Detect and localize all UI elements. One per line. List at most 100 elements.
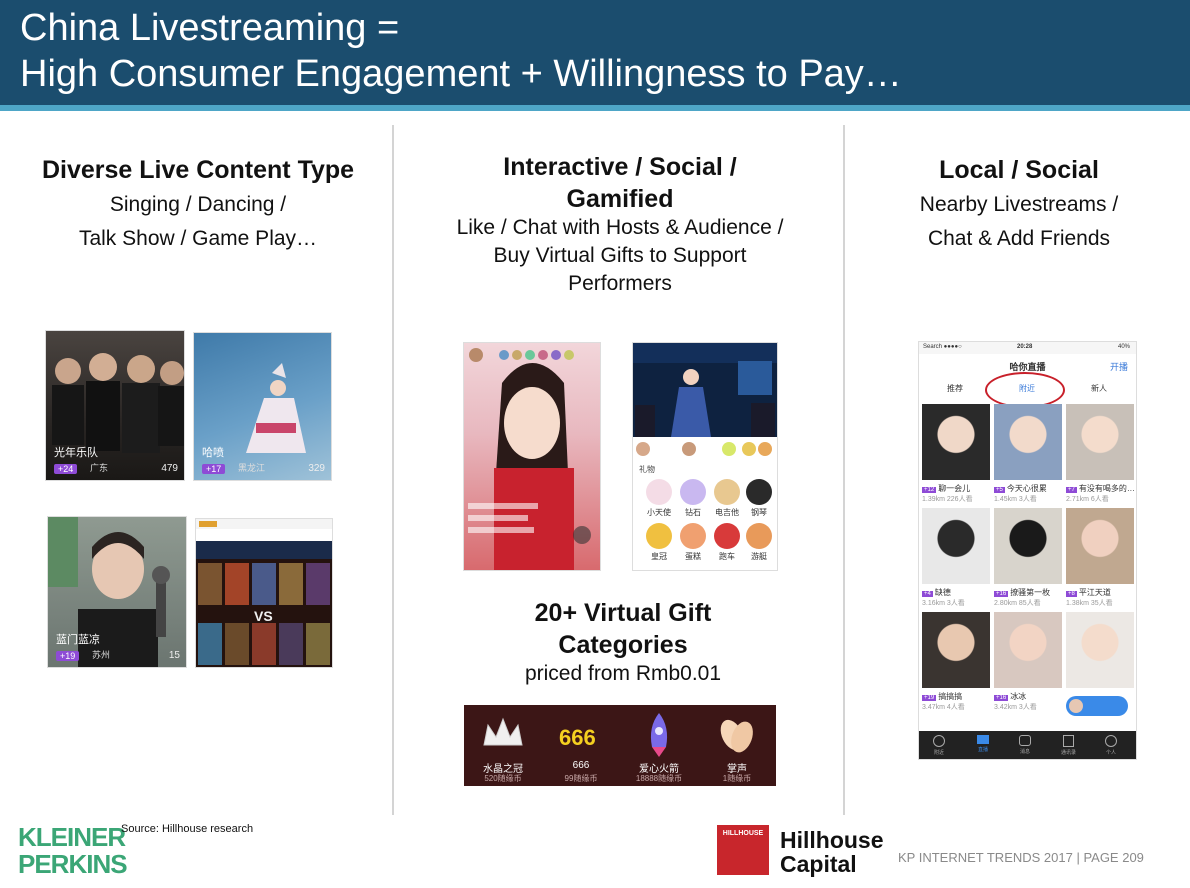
nav-profile[interactable]: 个人: [1105, 735, 1117, 756]
tab-new[interactable]: 新人: [1091, 383, 1107, 394]
gift-panel-screenshot[interactable]: 礼物 小天使 钻石 电吉他 钢琴 皇冠 蛋糕 跑车 游艇: [632, 342, 778, 571]
col1-sub1: Singing / Dancing /: [109, 193, 287, 216]
nearby-stream-card[interactable]: +16 冰冰 3.42km 3人看: [994, 612, 1062, 712]
stream-title: 哈喷: [202, 447, 224, 459]
stream-location: 黑龙江: [238, 463, 266, 473]
diamond-icon: [680, 479, 706, 505]
nav-live[interactable]: 直播: [977, 735, 989, 753]
level-badge: +5: [994, 487, 1005, 493]
dance-stream-thumbnail[interactable]: 哈喷 +17 黑龙江 329: [193, 332, 332, 481]
gift-applause[interactable]: 掌声 1随缘币: [698, 705, 776, 786]
nearby-stream-card[interactable]: +4 缺德 3.16km 3人看: [922, 508, 990, 608]
gift-heading-line1: 20+ Virtual Gift: [534, 599, 712, 627]
location-pin-icon: [933, 735, 945, 747]
stream-card-title: +5 今天心很累: [994, 483, 1047, 494]
svg-text:VS: VS: [254, 608, 273, 624]
nav-messages[interactable]: 消息: [1019, 735, 1031, 755]
stream-card-title: +7 有没有喝多的…: [1066, 483, 1135, 494]
stream-cover-image: [994, 612, 1062, 688]
stream-name: 聊一会儿: [938, 484, 971, 493]
stream-cover-image: [1066, 508, 1134, 584]
singer-stage-image: [633, 343, 777, 437]
stream-name: 缺德: [934, 588, 951, 597]
game-screen-image: VS: [196, 519, 332, 667]
address-book-icon: [1063, 735, 1074, 747]
slide-title-line1: China Livestreaming =: [20, 7, 400, 49]
viewer-count: 479: [161, 463, 178, 474]
nav-nearby[interactable]: 附近: [933, 735, 945, 756]
cake-icon: [680, 523, 706, 549]
yacht-icon: [746, 523, 772, 549]
stream-cover-image: [922, 612, 990, 688]
source-note: Source: Hillhouse research: [121, 823, 254, 835]
footer-page-info: KP INTERNET TRENDS 2017 | PAGE 209: [898, 850, 1144, 865]
level-badge: +16: [994, 695, 1009, 701]
tab-recommended[interactable]: 推荐: [947, 383, 963, 394]
nearby-stream-card[interactable]: +7 有没有喝多的… 2.71km 6人看: [1066, 404, 1135, 504]
gift-666[interactable]: 666 666 99随缘币: [542, 705, 620, 786]
slide-title-line2: High Consumer Engagement + Willingness t…: [20, 53, 902, 95]
host-livestream-image: [468, 348, 591, 570]
gift-love-rocket[interactable]: 爱心火箭 18888随缘币: [620, 705, 698, 786]
stream-name: 今天心很累: [1006, 484, 1047, 493]
level-badge: +4: [922, 591, 933, 597]
distance-viewers: 1.39km 226人看: [922, 496, 973, 503]
level-badge: +19: [56, 651, 80, 661]
stream-name: 撩骚第一枚: [1010, 588, 1051, 597]
video-camera-icon: [977, 735, 989, 744]
gift-crystal-crown[interactable]: 水晶之冠 520随缘币: [464, 705, 542, 786]
game-stream-thumbnail[interactable]: VS: [195, 518, 333, 668]
hillhouse-name-line2: Capital: [780, 851, 857, 877]
stream-title: 光年乐队: [54, 447, 98, 459]
level-badge: +7: [1066, 487, 1077, 493]
gift-price-note: priced from Rmb0.01: [524, 662, 722, 685]
clapping-hands-icon: [720, 719, 753, 753]
chat-bubble-icon: [1019, 735, 1031, 746]
col2-sub1: Like / Chat with Hosts & Audience /: [456, 216, 784, 239]
stream-cover-image: [1066, 612, 1134, 688]
go-live-button[interactable]: 开播: [1110, 360, 1128, 373]
distance-viewers: 3.47km 4人看: [922, 704, 965, 711]
gift-item[interactable]: 游艇: [737, 523, 777, 562]
talk-show-thumbnail[interactable]: 蓝门蓝凉 +19 苏州 15: [47, 516, 187, 668]
live-chat-screenshot[interactable]: [463, 342, 601, 571]
audience-row: [636, 442, 772, 456]
column-divider: [392, 125, 394, 815]
svg-text:666: 666: [559, 725, 596, 750]
nearby-stream-card[interactable]: +5 今天心很累 1.45km 3人看: [994, 404, 1062, 504]
crown-icon: [646, 523, 672, 549]
col2-sub2: Buy Virtual Gifts to Support: [493, 244, 747, 267]
col3-sub1: Nearby Livestreams /: [919, 193, 1119, 216]
666-icon: 666: [559, 725, 596, 750]
level-badge: +19: [922, 695, 937, 701]
col3-sub2: Chat & Add Friends: [927, 227, 1111, 250]
gift-item[interactable]: 钢琴: [737, 479, 777, 518]
col2-heading-line2: Gamified: [566, 185, 674, 213]
stream-card-title: +8 平江天道: [1066, 587, 1111, 598]
viewer-count: 329: [308, 463, 325, 474]
stream-name: 搞搞搞: [938, 692, 963, 701]
stream-card-title: +16 撩骚第一枚: [994, 587, 1050, 598]
level-badge: +24: [54, 464, 78, 474]
rocket-icon: [650, 713, 668, 757]
nearby-stream-card[interactable]: +8 平江天道 1.38km 35人看: [1066, 508, 1134, 608]
nearby-stream-card[interactable]: +19 搞搞搞 3.47km 4人看: [922, 612, 990, 712]
nearby-stream-card[interactable]: +16 撩骚第一枚 2.80km 85人看: [994, 508, 1062, 608]
viewer-count: 15: [168, 650, 180, 661]
avatar: [1069, 699, 1083, 713]
col2-sub3: Performers: [568, 272, 672, 295]
title-accent-stripe: [0, 105, 1190, 111]
live-toast: [1066, 696, 1128, 716]
nearby-stream-card[interactable]: +12 聊一会儿 1.39km 226人看: [922, 404, 990, 504]
gift-tab[interactable]: 礼物: [639, 464, 655, 475]
distance-viewers: 1.38km 35人看: [1066, 600, 1113, 607]
col2-heading-line1: Interactive / Social /: [503, 153, 737, 181]
nav-contacts[interactable]: 通讯录: [1061, 735, 1076, 756]
band-stream-thumbnail[interactable]: 光年乐队 +24 广东 479: [45, 330, 185, 481]
hillhouse-logo: HILLHOUSE: [717, 825, 769, 875]
stream-card-title: +4 缺德: [922, 587, 951, 598]
distance-viewers: 3.42km 3人看: [994, 704, 1037, 711]
stream-card-title: +19 搞搞搞: [922, 691, 962, 702]
level-badge: +16: [994, 591, 1009, 597]
hillhouse-name-line1: Hillhouse: [780, 827, 884, 853]
